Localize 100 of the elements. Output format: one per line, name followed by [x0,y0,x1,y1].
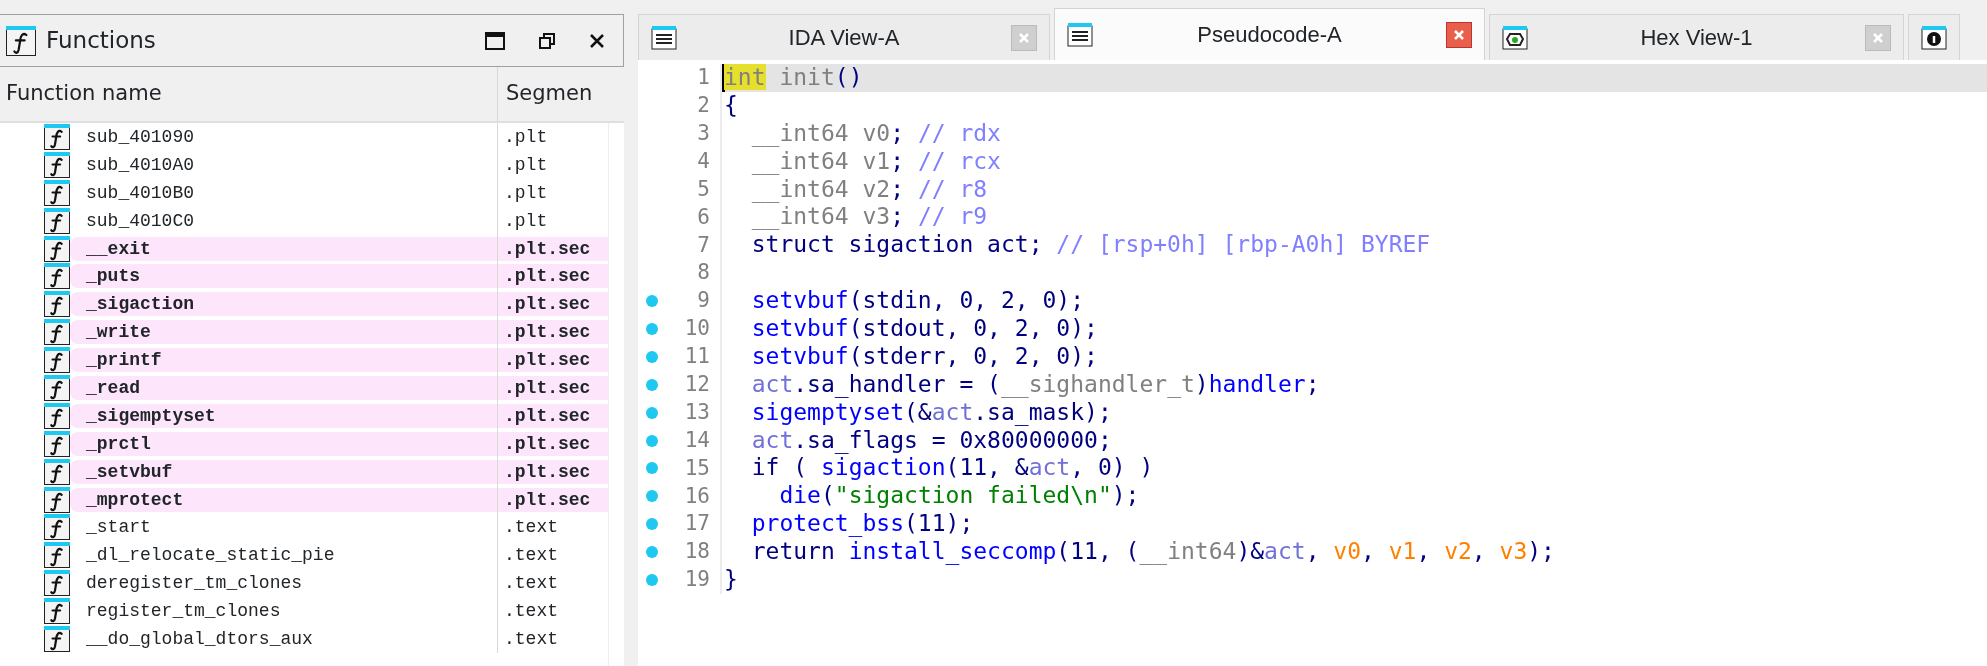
function-icon [44,235,70,262]
code-line: __int64 v1; // rcx [750,147,1002,176]
line-number: 11 [684,343,710,371]
segment-cell: .plt.sec [498,320,608,345]
hexagon-window-icon [1502,25,1528,50]
line-number: 14 [684,426,710,454]
tab[interactable]: Hex View-1 [1489,14,1904,60]
panel-title: Functions [46,26,157,56]
info-window-icon [1921,25,1947,50]
segment-cell: .plt.sec [498,375,608,400]
code-line: act.sa_flags = 0x80000000; [750,426,1113,455]
line-number: 7 [697,231,710,259]
function-icon [44,151,70,178]
function-name[interactable]: _sigemptyset [70,403,497,428]
segment-cell-text: .plt [503,181,549,205]
breakpoint-dot[interactable] [646,490,658,503]
breakpoint-dot[interactable] [646,546,658,559]
code-line: protect_bss(11); [750,510,975,539]
function-name[interactable]: deregister_tm_clones [70,571,497,596]
function-name[interactable]: _puts [70,264,497,289]
line-number: 2 [697,92,710,120]
function-name[interactable]: sub_4010B0 [70,180,497,205]
function-icon [44,374,70,401]
line-number: 1 [697,64,710,92]
close-icon [1872,31,1884,44]
function-name[interactable]: _mprotect [70,487,497,512]
function-icon [44,458,70,485]
segment-cell: .plt.sec [498,292,608,317]
breakpoint-dot[interactable] [646,518,658,531]
line-number: 3 [697,120,710,147]
function-icon [44,291,70,318]
code-line: __int64 v2; // r8 [750,175,989,204]
segment-cell: .plt.sec [498,264,608,289]
function-icon [44,319,70,346]
tab[interactable]: IDA View-A [638,14,1050,60]
tab[interactable] [1908,14,1960,60]
code-line: return install_seccomp(11, (__int64)&act, v0, v1, v2, v3); [750,538,1556,567]
line-number: 19 [684,566,710,594]
column-header[interactable]: Segmen [498,78,596,110]
segment-cell-text: .text [503,627,559,651]
segment-cell: .plt.sec [498,403,608,428]
close-icon [1018,31,1030,44]
function-icon [44,486,70,513]
line-number: 9 [697,287,710,315]
function-name[interactable]: _sigaction [70,292,497,317]
breakpoint-dot[interactable] [646,378,658,391]
segment-cell-text: .text [503,544,559,568]
code-line: __int64 v3; // r9 [750,203,989,232]
breakpoint-dot[interactable] [646,350,658,363]
breakpoint-dot[interactable] [646,462,658,475]
code-line: __int64 v0; // rdx [750,119,1002,148]
function-name[interactable]: _start [70,515,497,540]
function-icon [44,542,70,569]
segment-cell: .plt.sec [498,236,608,261]
list-window-icon [1067,22,1093,47]
function-icon [44,207,70,234]
line-number: 13 [684,398,710,426]
function-name[interactable]: __do_global_dtors_aux [70,626,497,651]
code-line: { [723,91,739,120]
function-name[interactable]: sub_401090 [70,124,497,149]
line-number: 16 [684,482,710,510]
function-name[interactable]: _setvbuf [70,459,497,484]
line-number: 17 [684,510,710,538]
column-header[interactable]: Function name [0,67,498,121]
tab-close-button[interactable] [1446,21,1472,48]
close-icon [1453,28,1465,41]
segment-cell-text: .plt [503,209,549,233]
line-number: 12 [684,371,710,398]
function-name[interactable]: _printf [70,348,497,373]
segment-cell: .plt.sec [498,459,608,484]
segment-cell-text: .text [503,572,559,596]
breakpoint-dot[interactable] [646,295,658,308]
code-line: setvbuf(stdout, 0, 2, 0); [750,315,1099,343]
function-name[interactable]: _dl_relocate_static_pie [70,543,497,568]
function-name[interactable]: _read [70,375,497,400]
segment-cell-text: .plt [503,153,549,177]
segment-cell-text: .plt [503,125,549,149]
function-name[interactable]: sub_4010C0 [70,208,497,233]
maximize-icon [485,31,505,50]
breakpoint-dot[interactable] [646,573,658,586]
function-name[interactable]: _prctl [70,431,497,456]
function-name[interactable]: _write [70,320,497,345]
code-line: sigemptyset(&act.sa_mask); [750,398,1113,427]
line-number: 15 [684,454,710,482]
close-icon [589,32,605,49]
code-line: setvbuf(stdin, 0, 2, 0); [750,287,1086,315]
function-name[interactable]: __exit [70,236,497,261]
code-line: die("sigaction failed\n"); [778,482,1141,511]
line-number: 6 [697,203,710,231]
line-number: 4 [697,147,710,175]
function-icon [44,430,70,457]
breakpoint-dot[interactable] [646,434,658,447]
function-icon [44,402,70,429]
code-line: if ( sigaction(11, &act, 0) ) [750,454,1155,483]
breakpoint-dot[interactable] [646,322,658,335]
function-name[interactable]: sub_4010A0 [70,152,497,177]
breakpoint-dot[interactable] [646,406,658,419]
function-name[interactable]: register_tm_clones [70,599,497,624]
function-icon [44,598,70,625]
tab[interactable]: Pseudocode-A [1054,8,1485,60]
